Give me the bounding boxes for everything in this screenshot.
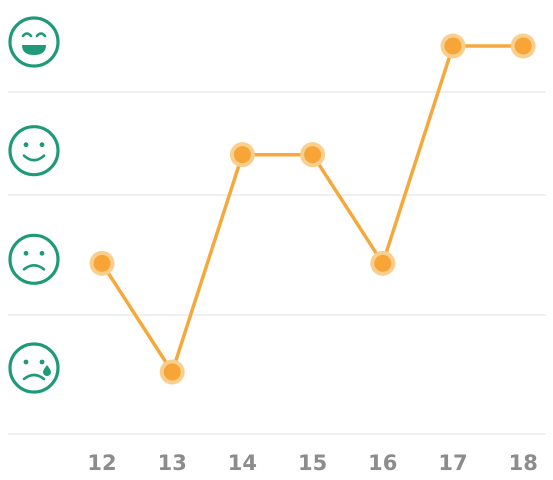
x-tick-label: 17: [438, 451, 467, 475]
smiling-face-icon: [8, 125, 60, 177]
x-tick-label: 16: [368, 451, 397, 475]
x-axis-tick-labels: 12 13 14 15 16 17 18: [87, 451, 537, 475]
crying-face-icon: [8, 342, 60, 394]
x-tick-label: 13: [158, 451, 187, 475]
data-point: [440, 33, 466, 59]
mood-line-chart: 12 13 14 15 16 17 18: [8, 16, 546, 475]
y-axis-mood-icons: [8, 16, 60, 394]
grid-lines: [8, 91, 546, 435]
series-line: [100, 44, 525, 374]
x-tick-label: 14: [228, 451, 257, 475]
sad-face-icon: [8, 233, 60, 285]
x-tick-label: 12: [87, 451, 116, 475]
series-line-path: [100, 44, 525, 374]
data-point: [510, 33, 536, 59]
x-tick-label: 15: [298, 451, 327, 475]
laughing-face-icon: [8, 16, 60, 68]
data-point: [370, 250, 396, 276]
data-point: [300, 142, 326, 168]
x-tick-label: 18: [509, 451, 538, 475]
data-point: [89, 250, 115, 276]
data-points: [89, 33, 536, 385]
data-point: [159, 359, 185, 385]
data-point: [229, 142, 255, 168]
